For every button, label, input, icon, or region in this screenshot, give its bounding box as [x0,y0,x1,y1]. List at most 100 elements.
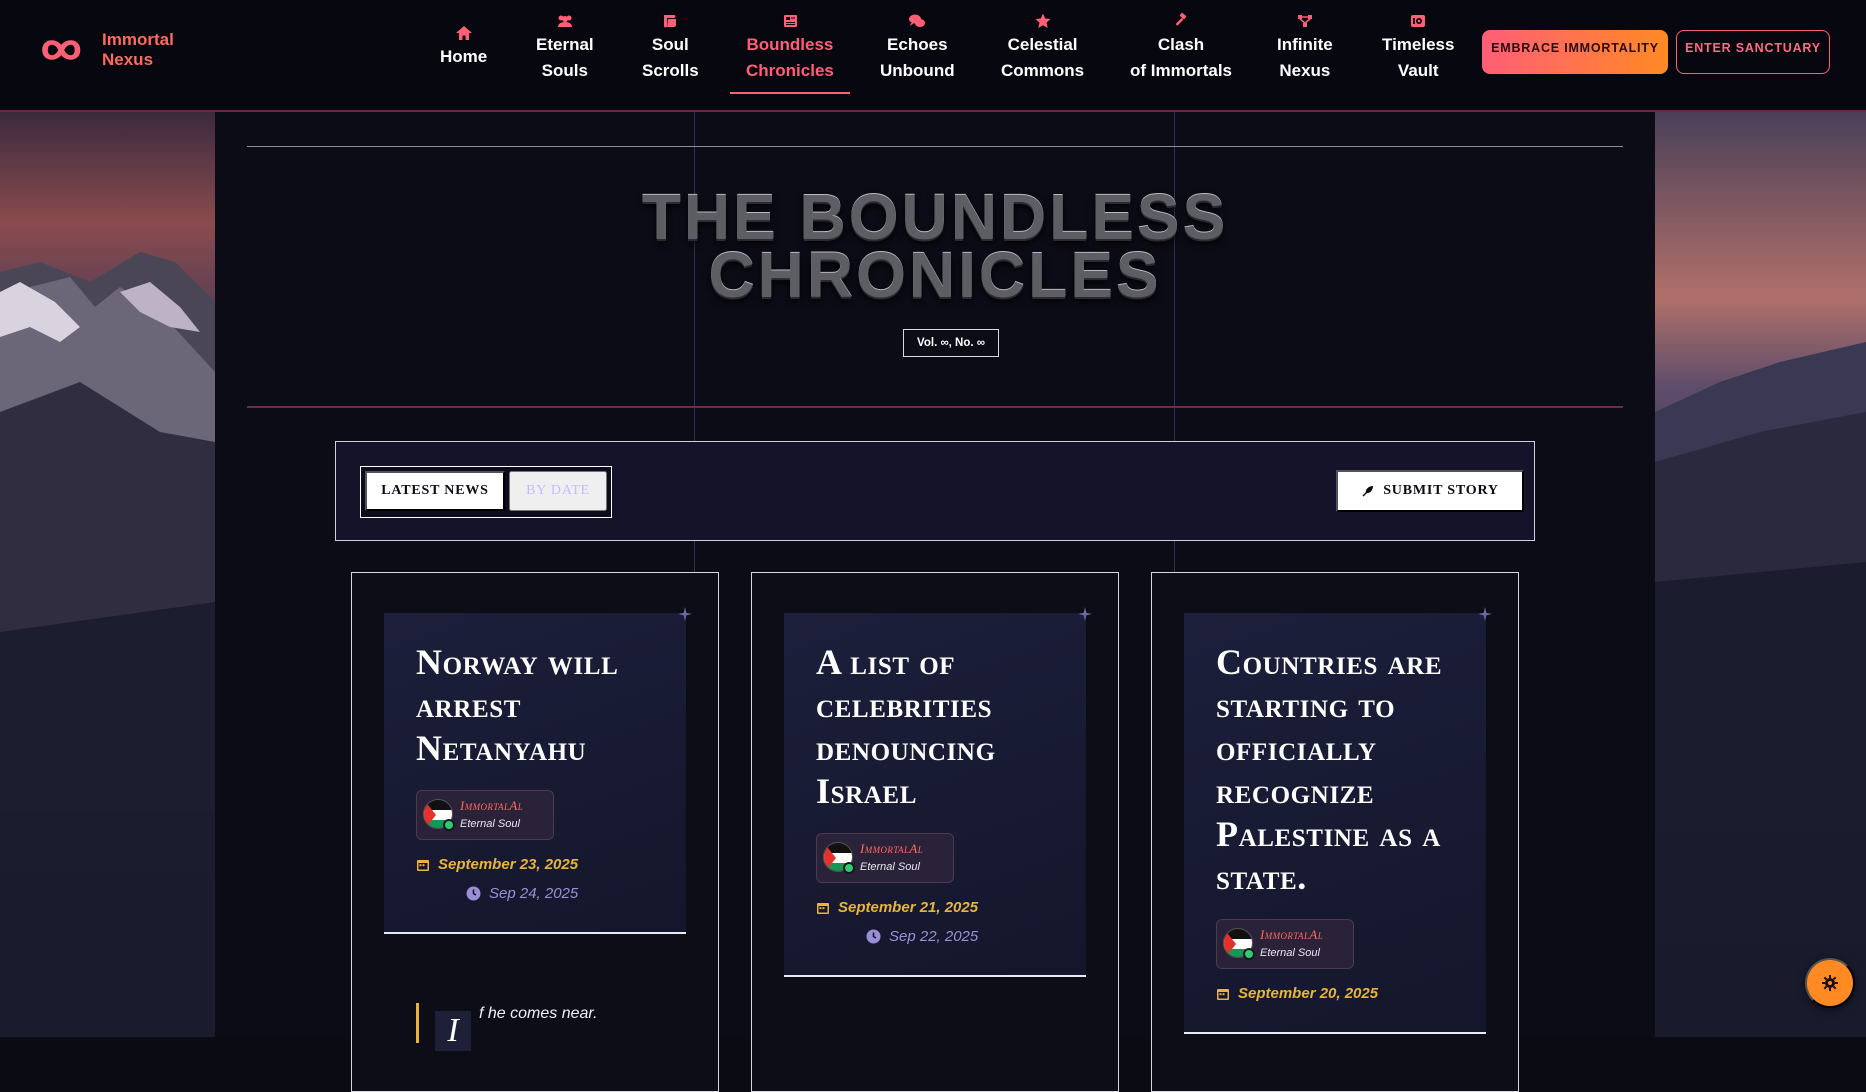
nav-item-timeless-vault[interactable]: Timeless Vault [1382,12,1454,84]
nav-item-clash-of-immortals[interactable]: Clash of Immortals [1130,12,1232,84]
settings-button[interactable] [1805,958,1855,1008]
nav-item-celestial-commons[interactable]: Celestial Commons [1001,12,1084,84]
author-role: Eternal Soul [460,818,520,830]
nav-label: Chronicles [746,61,834,80]
author-role: Eternal Soul [860,861,920,873]
submit-story-button[interactable]: SUBMIT STORY [1336,470,1524,512]
nav-label: Boundless [746,35,834,54]
news-card[interactable]: A list of celebrities denouncing Israel … [751,572,1119,1092]
page-title: THE BOUNDLESS CHRONICLES [215,181,1655,311]
drop-cap: I [435,1011,471,1051]
calendar-icon [1217,988,1229,1000]
nav-item-soul-scrolls[interactable]: Soul Scrolls [642,12,699,84]
news-card-title[interactable]: A list of celebrities denouncing Israel [816,641,1060,813]
clock-icon [866,929,881,944]
nav-label: Soul [651,35,689,54]
header-top-rule [247,146,1623,147]
clock-icon [466,886,481,901]
updated-date: Sep 22, 2025 [866,928,1060,945]
network-icon [1297,15,1312,27]
author-badge[interactable]: ImmortalAl Eternal Soul [1216,919,1354,969]
scroll-icon [664,15,677,28]
nav-label: of Immortals [1130,61,1233,80]
home-icon [455,26,472,40]
publish-date: September 23, 2025 [416,856,660,873]
infinity-icon [42,40,81,60]
author-name: ImmortalAl [1260,927,1324,942]
news-card-header: Norway will arrest Netanyahu ImmortalAl … [384,607,692,934]
main-content-panel: THE BOUNDLESS CHRONICLES Vol. ∞, No. ∞ L… [215,112,1655,1092]
news-card-excerpt: I f he comes near. [416,1003,598,1051]
brand-name: Immortal Nexus [102,30,174,70]
nav-label: Home [440,47,488,66]
online-status-dot [843,862,855,874]
updated-date: Sep 24, 2025 [466,885,660,902]
nav-label: Timeless [1382,35,1455,54]
star-icon [1035,13,1051,28]
header-bottom-rule [247,406,1623,408]
submit-story-label: SUBMIT STORY [1383,483,1499,498]
calendar-icon [817,902,829,914]
nav-item-eternal-souls[interactable]: Eternal Souls [536,12,594,84]
enter-sanctuary-button[interactable]: ENTER SANCTUARY [1676,30,1830,74]
filter-bar: LATEST NEWS BY DATE SUBMIT STORY [335,441,1535,541]
nav-label: Commons [1001,61,1085,80]
brand-logo[interactable]: Immortal Nexus [36,30,174,70]
brand-line-2: Nexus [102,50,154,69]
vault-icon [1411,15,1426,27]
publish-date: September 21, 2025 [816,899,1060,916]
news-card-header: A list of celebrities denouncing Israel … [784,607,1092,977]
nav-item-boundless-chronicles[interactable]: Boundless Chronicles [730,12,850,94]
news-card-title[interactable]: Countries are starting to officially rec… [1216,641,1460,899]
nav-item-home[interactable]: Home [440,24,487,70]
news-card[interactable]: Norway will arrest Netanyahu ImmortalAl … [351,572,719,1092]
nav-label: Vault [1397,61,1439,80]
nav-label: Infinite [1277,35,1333,54]
gavel-icon [1175,12,1187,26]
nav-item-infinite-nexus[interactable]: Infinite Nexus [1277,12,1333,84]
sparkle-icon [678,607,692,621]
publish-date-text: September 23, 2025 [438,856,579,873]
feather-pen-icon [1362,486,1374,497]
nav-label: Unbound [880,61,955,80]
nav-label: Souls [541,61,588,80]
sparkle-icon [1478,607,1492,621]
online-status-dot [1243,948,1255,960]
nav-label: Celestial [1007,35,1078,54]
online-status-dot [443,819,455,831]
gear-icon [1822,975,1838,991]
comments-icon [909,14,926,27]
publish-date-text: September 21, 2025 [838,899,979,916]
nav-label: Echoes [887,35,948,54]
author-name: ImmortalAl [860,841,924,856]
newspaper-icon [783,15,797,27]
sort-tabs: LATEST NEWS BY DATE [360,466,612,518]
volume-badge: Vol. ∞, No. ∞ [903,329,999,357]
nav-label: Eternal [536,35,594,54]
page-title-line-2: CHRONICLES [708,239,1162,311]
author-role: Eternal Soul [1260,947,1320,959]
author-badge[interactable]: ImmortalAl Eternal Soul [816,833,954,883]
sparkle-icon [1078,607,1092,621]
publish-date-text: September 20, 2025 [1238,985,1379,1002]
updated-date-text: Sep 22, 2025 [889,928,979,945]
nav-label: Nexus [1279,61,1331,80]
news-card-title[interactable]: Norway will arrest Netanyahu [416,641,660,770]
nav-label: Scrolls [642,61,699,80]
users-icon [557,15,572,27]
news-card-header: Countries are starting to officially rec… [1184,607,1492,1034]
tab-by-date[interactable]: BY DATE [509,471,607,511]
top-navigation-bar: Immortal Nexus Home Eternal Souls Soul S… [0,0,1866,112]
page-title-line-1: THE BOUNDLESS [641,181,1229,253]
updated-date-text: Sep 24, 2025 [489,885,579,902]
news-card[interactable]: Countries are starting to officially rec… [1151,572,1519,1092]
tab-latest-news[interactable]: LATEST NEWS [365,471,505,511]
calendar-icon [417,859,429,871]
author-badge[interactable]: ImmortalAl Eternal Soul [416,790,554,840]
publish-date: September 20, 2025 [1216,985,1460,1002]
embrace-immortality-button[interactable]: EMBRACE IMMORTALITY [1482,30,1668,74]
author-name: ImmortalAl [460,798,524,813]
nav-item-echoes-unbound[interactable]: Echoes Unbound [880,12,955,84]
brand-line-1: Immortal [102,30,174,49]
nav-label: Clash [1157,35,1205,54]
